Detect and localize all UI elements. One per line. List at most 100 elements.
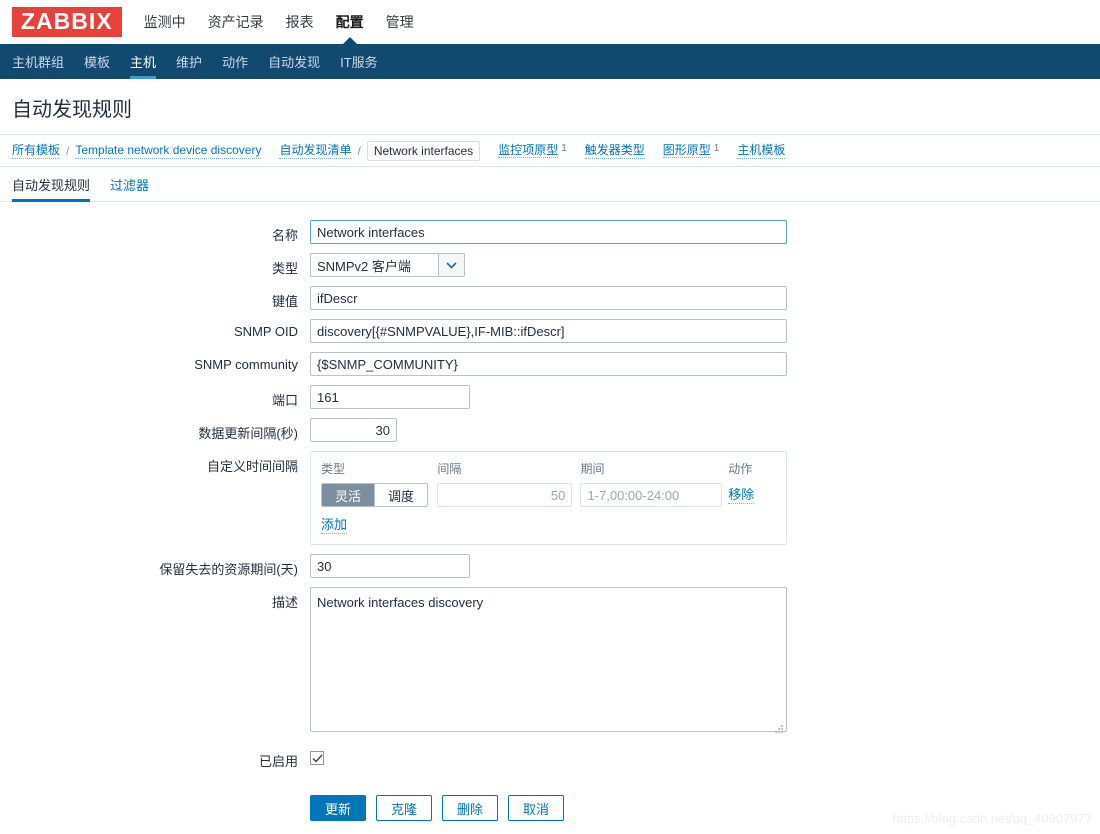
name-label: 名称 [271, 228, 298, 243]
menu-item-reports[interactable]: 报表 [286, 0, 314, 44]
watermark: https://blog.csdn.net/qq_40907977 [892, 811, 1093, 826]
form-row-snmp-community: SNMP community [0, 352, 1100, 376]
name-field-wrap [310, 220, 787, 244]
page-title: 自动发现规则 [12, 99, 132, 121]
interval-type-toggle[interactable]: 灵活 调度 [321, 483, 429, 507]
form-row-port: 端口 [0, 385, 1100, 409]
breadcrumb-graph-prototypes[interactable]: 图形原型 [662, 143, 711, 158]
enabled-checkbox[interactable] [310, 751, 324, 765]
enabled-field-wrap [310, 746, 324, 765]
buttons-label-spacer [0, 779, 310, 784]
snmp-oid-field-wrap [310, 319, 787, 343]
port-input[interactable] [310, 385, 470, 409]
form-row-type: 类型 SNMPv2 客户端 [0, 253, 1100, 277]
check-icon [312, 754, 322, 762]
toggle-flexible[interactable]: 灵活 [322, 484, 375, 506]
column-header-type: 类型 [321, 462, 346, 476]
toggle-scheduling[interactable]: 调度 [374, 484, 428, 506]
update-button[interactable]: 更新 [310, 795, 367, 821]
main-menu: 监测中 资产记录 报表 配置 管理 [144, 0, 414, 45]
menu-item-administration[interactable]: 管理 [386, 0, 414, 44]
subnav-item-discovery[interactable]: 自动发现 [268, 44, 320, 79]
breadcrumb-host-prototypes[interactable]: 主机模板 [737, 143, 786, 159]
breadcrumb: 所有模板 / Template network device discovery… [0, 134, 1100, 167]
breadcrumb-item-prototypes[interactable]: 监控项原型 [498, 143, 559, 158]
breadcrumb-all-templates[interactable]: 所有模板 [12, 143, 61, 159]
remove-interval-button[interactable]: 移除 [728, 487, 755, 504]
type-field-wrap: SNMPv2 客户端 [310, 253, 465, 277]
menu-item-monitoring[interactable]: 监测中 [144, 0, 186, 44]
menu-item-inventory[interactable]: 资产记录 [208, 0, 264, 44]
subnav-item-it-services[interactable]: IT服务 [340, 44, 378, 79]
form-row-custom-intervals: 自定义时间间隔 类型 间隔 期间 动作 灵活 调度 50 1-7,00:00-2… [0, 451, 1100, 545]
table-row: 灵活 调度 移除 [321, 483, 776, 507]
column-header-interval: 间隔 [437, 462, 462, 476]
period-input[interactable] [580, 483, 723, 507]
description-label: 描述 [271, 595, 298, 610]
snmp-oid-label: SNMP OID [233, 324, 298, 339]
form-row-description: 描述 Network interfaces discovery [0, 587, 1100, 737]
update-interval-label: 数据更新间隔(秒) [198, 426, 298, 441]
subnav-item-maintenance[interactable]: 维护 [176, 44, 202, 79]
tab-discovery-rule[interactable]: 自动发现规则 [12, 167, 91, 202]
lost-resources-field-wrap [310, 554, 470, 578]
breadcrumb-item-prototypes-wrap[interactable]: 监控项原型 1 [498, 143, 567, 158]
enabled-label: 已启用 [258, 754, 298, 769]
item-prototypes-count: 1 [561, 143, 567, 154]
description-field-wrap: Network interfaces discovery [310, 587, 787, 737]
breadcrumb-separator-1: / [66, 143, 70, 158]
port-label: 端口 [271, 393, 298, 408]
type-label: 类型 [271, 261, 298, 276]
interval-input[interactable] [437, 483, 573, 507]
breadcrumb-trigger-prototypes[interactable]: 触发器类型 [584, 143, 645, 159]
custom-intervals-header-row: 类型 间隔 期间 动作 [321, 460, 776, 477]
interval-type-toggle-wrap: 灵活 调度 [321, 483, 437, 507]
form-row-key: 键值 [0, 286, 1100, 310]
custom-intervals-label: 自定义时间间隔 [206, 459, 298, 474]
key-field-wrap [310, 286, 787, 310]
zabbix-logo[interactable]: ZABBIX [12, 7, 122, 37]
subnav-item-templates[interactable]: 模板 [84, 44, 110, 79]
action-buttons: 更新 克隆 删除 取消 [310, 795, 565, 821]
cancel-button[interactable]: 取消 [508, 795, 565, 821]
custom-intervals-field-wrap: 类型 间隔 期间 动作 灵活 调度 50 1-7,00:00-24:00 移除 … [310, 451, 787, 545]
buttons-wrap: 更新 克隆 删除 取消 [310, 779, 565, 821]
breadcrumb-separator-2: / [357, 143, 361, 158]
subnav-item-hosts[interactable]: 主机 [130, 44, 157, 79]
update-interval-input[interactable] [310, 418, 397, 442]
lost-resources-input[interactable] [310, 554, 470, 578]
key-input[interactable] [310, 286, 787, 310]
breadcrumb-graph-prototypes-wrap[interactable]: 图形原型 1 [662, 143, 720, 158]
menu-item-configuration[interactable]: 配置 [336, 0, 364, 45]
update-interval-field-wrap [310, 418, 397, 442]
breadcrumb-template-name[interactable]: Template network device discovery [75, 143, 262, 159]
breadcrumb-current-item: Network interfaces [366, 140, 481, 161]
type-select-value: SNMPv2 客户端 [317, 258, 411, 274]
chevron-down-icon [438, 254, 464, 276]
period-value-wrap [580, 483, 728, 507]
snmp-community-field-wrap [310, 352, 787, 376]
snmp-oid-input[interactable] [310, 319, 787, 343]
form-row-enabled: 已启用 [0, 746, 1100, 770]
key-label: 键值 [271, 294, 298, 309]
remove-action-wrap: 移除 [728, 486, 776, 504]
form-row-update-interval: 数据更新间隔(秒) [0, 418, 1100, 442]
clone-button[interactable]: 克隆 [376, 795, 433, 821]
interval-value-wrap [437, 483, 580, 507]
graph-prototypes-count: 1 [713, 143, 720, 154]
type-select[interactable]: SNMPv2 客户端 [310, 253, 465, 277]
discovery-rule-form: 名称 类型 SNMPv2 客户端 键值 SNMP OID SNMP commun… [0, 202, 1100, 821]
name-input[interactable] [310, 220, 787, 244]
description-textarea-wrap: Network interfaces discovery [310, 587, 787, 737]
subnav-item-actions[interactable]: 动作 [222, 44, 248, 79]
snmp-community-input[interactable] [310, 352, 787, 376]
add-interval-button[interactable]: 添加 [321, 517, 348, 534]
snmp-community-label: SNMP community [194, 357, 298, 372]
description-textarea[interactable]: Network interfaces discovery [310, 587, 787, 732]
breadcrumb-discovery-list[interactable]: 自动发现清单 [279, 143, 352, 159]
subnav-item-host-groups[interactable]: 主机群组 [12, 44, 64, 79]
column-header-period: 期间 [580, 462, 605, 476]
port-field-wrap [310, 385, 470, 409]
tab-filters[interactable]: 过滤器 [110, 167, 149, 202]
delete-button[interactable]: 删除 [442, 795, 499, 821]
